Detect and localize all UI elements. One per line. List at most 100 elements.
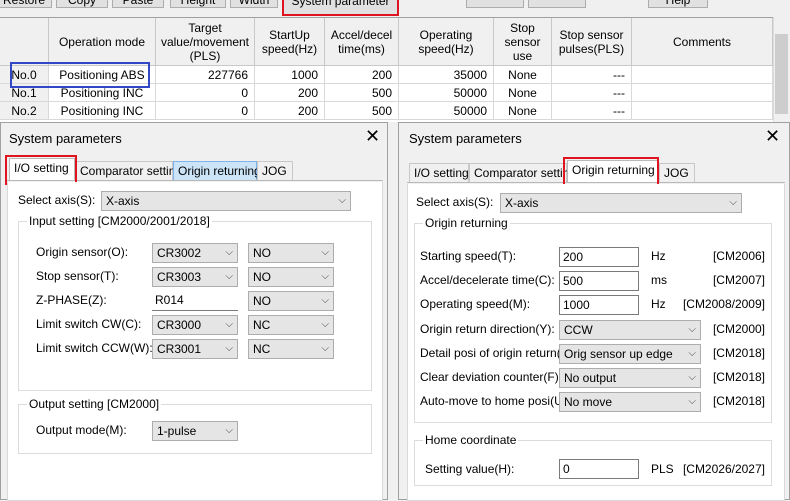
stop-sensor-dropdown[interactable]: CR3003 ⌵ xyxy=(152,267,238,287)
origin-sensor-dropdown[interactable]: CR3002 ⌵ xyxy=(152,243,238,263)
input-setting-group: Input setting [CM2000/2001/2018] Origin … xyxy=(18,214,372,391)
limit-cw-logic-dropdown[interactable]: NC ⌵ xyxy=(248,315,334,335)
column-header-startup-speed[interactable]: StartUp speed(Hz) xyxy=(255,18,325,66)
row-highlight-box xyxy=(10,62,150,88)
table-cell-pulses[interactable]: --- xyxy=(552,84,632,102)
limit-cw-dropdown[interactable]: CR3000 ⌵ xyxy=(152,315,238,335)
chevron-down-icon: ⌵ xyxy=(225,343,233,354)
table-cell-startup[interactable]: 200 xyxy=(255,84,325,102)
table-cell-startup[interactable]: 1000 xyxy=(255,66,325,84)
input-setting-group-label: Input setting [CM2000/2001/2018] xyxy=(27,214,212,228)
table-cell-speed[interactable]: 50000 xyxy=(399,102,494,120)
table-cell-accel[interactable]: 500 xyxy=(325,102,399,120)
chevron-down-icon: ⌵ xyxy=(321,295,329,306)
table-cell-comment[interactable] xyxy=(632,102,773,120)
table-cell-stop[interactable]: None xyxy=(494,66,552,84)
dialog-title: System parameters xyxy=(9,131,122,146)
limit-ccw-logic-dropdown[interactable]: NC ⌵ xyxy=(248,339,334,359)
table-cell-stop[interactable]: None xyxy=(494,102,552,120)
height-button[interactable]: Height xyxy=(170,0,226,8)
select-axis-dropdown[interactable]: X-axis ⌵ xyxy=(101,191,351,211)
accel-time-field[interactable]: 500 xyxy=(559,271,639,291)
operating-speed-label: Operating speed(M): xyxy=(420,297,531,311)
select-axis-dropdown[interactable]: X-axis ⌵ xyxy=(500,193,742,213)
setting-value-label: Setting value(H): xyxy=(425,462,515,476)
operating-speed-field[interactable]: 1000 xyxy=(559,295,639,315)
chevron-down-icon: ⌵ xyxy=(225,247,233,258)
table-cell-startup[interactable]: 200 xyxy=(255,102,325,120)
toolbar: Restore Copy Paste Height Width System p… xyxy=(0,0,790,17)
table-cell-target[interactable]: 0 xyxy=(156,102,255,120)
table-cell-pulses[interactable]: --- xyxy=(552,66,632,84)
origin-returning-group-label: Origin returning xyxy=(423,216,510,230)
system-parameters-dialog-right: System parameters ✕ I/O setting Comparat… xyxy=(398,122,790,501)
dialog-title: System parameters xyxy=(409,131,522,146)
scrollbar-thumb[interactable] xyxy=(775,34,788,114)
limit-cw-value: CR3000 xyxy=(157,318,202,332)
io-setting-panel: Select axis(S): X-axis ⌵ Input setting [… xyxy=(7,182,383,501)
stop-sensor-logic-value: NO xyxy=(253,270,271,284)
table-cell-pulses[interactable]: --- xyxy=(552,102,632,120)
tab-comparator-setting[interactable]: Comparator setting xyxy=(75,161,182,180)
tab-io-setting[interactable]: I/O setting xyxy=(409,163,469,182)
copy-button[interactable]: Copy xyxy=(56,0,108,8)
origin-sensor-value: CR3002 xyxy=(157,246,202,260)
starting-speed-field[interactable]: 200 xyxy=(559,247,639,267)
column-header-stop-sensor-pulses[interactable]: Stop sensor pulses(PLS) xyxy=(552,18,632,66)
stop-sensor-logic-dropdown[interactable]: NO ⌵ xyxy=(248,267,334,287)
tab-comparator-setting[interactable]: Comparator setting xyxy=(469,163,576,182)
origin-sensor-logic-value: NO xyxy=(253,246,271,260)
tab-jog[interactable]: JOG xyxy=(659,163,695,182)
table-cell-target[interactable]: 227766 xyxy=(156,66,255,84)
setting-value-cm: [CM2026/2027] xyxy=(682,462,765,476)
origin-direction-value: CCW xyxy=(564,323,593,337)
tab-origin-returning[interactable]: Origin returning xyxy=(173,161,261,180)
toolbar-button-7[interactable] xyxy=(466,0,524,8)
table-cell-speed[interactable]: 50000 xyxy=(399,84,494,102)
z-phase-logic-dropdown[interactable]: NO ⌵ xyxy=(248,291,334,311)
chevron-down-icon: ⌵ xyxy=(338,195,346,206)
home-coordinate-group-label: Home coordinate xyxy=(423,433,519,447)
origin-returning-group: Origin returning Starting speed(T): 200 … xyxy=(414,216,772,423)
toolbar-button-8[interactable] xyxy=(528,0,586,8)
column-header-accel-decel[interactable]: Accel/decel time(ms) xyxy=(325,18,399,66)
origin-sensor-logic-dropdown[interactable]: NO ⌵ xyxy=(248,243,334,263)
tab-highlight-box xyxy=(5,155,77,185)
tab-jog[interactable]: JOG xyxy=(257,161,293,180)
z-phase-field[interactable]: R014 xyxy=(152,291,238,311)
output-mode-dropdown[interactable]: 1-pulse ⌵ xyxy=(152,421,238,441)
table-cell-speed[interactable]: 35000 xyxy=(399,66,494,84)
close-icon[interactable]: ✕ xyxy=(365,127,380,145)
table-cell-comment[interactable] xyxy=(632,84,773,102)
help-button[interactable]: Help xyxy=(648,0,708,8)
table-cell-target[interactable]: 0 xyxy=(156,84,255,102)
table-cell-comment[interactable] xyxy=(632,66,773,84)
accel-time-unit: ms xyxy=(651,273,667,287)
table-cell-accel[interactable]: 500 xyxy=(325,84,399,102)
restore-button[interactable]: Restore xyxy=(0,0,52,8)
chevron-down-icon: ⌵ xyxy=(225,425,233,436)
table-row-header[interactable]: No.2 xyxy=(0,102,49,120)
column-header-stop-sensor-use[interactable]: Stop sensor use xyxy=(494,18,552,66)
paste-button[interactable]: Paste xyxy=(112,0,164,8)
setting-value-field[interactable]: 0 xyxy=(559,459,639,479)
table-cell-mode[interactable]: Positioning INC xyxy=(49,102,156,120)
close-icon[interactable]: ✕ xyxy=(765,127,780,145)
limit-ccw-dropdown[interactable]: CR3001 ⌵ xyxy=(152,339,238,359)
system-parameter-button[interactable]: System parameter xyxy=(282,0,399,16)
accel-time-cm: [CM2007] xyxy=(712,273,765,287)
column-header-operating-speed[interactable]: Operating speed(Hz) xyxy=(399,18,494,66)
chevron-down-icon: ⌵ xyxy=(225,271,233,282)
auto-move-label: Auto-move to home posi(U): xyxy=(420,394,571,408)
column-header-target[interactable]: Target value/movement (PLS) xyxy=(156,18,255,66)
origin-returning-panel: Select axis(S): X-axis ⌵ Origin returnin… xyxy=(407,184,785,501)
column-header-comments[interactable]: Comments xyxy=(632,18,773,66)
starting-speed-unit: Hz xyxy=(651,249,666,263)
system-parameters-dialog-left: System parameters ✕ I/O setting Comparat… xyxy=(0,122,388,501)
width-button[interactable]: Width xyxy=(230,0,278,8)
clear-deviation-value: No output xyxy=(564,371,617,385)
table-cell-accel[interactable]: 200 xyxy=(325,66,399,84)
column-header-operation-mode[interactable]: Operation mode xyxy=(49,18,156,66)
stop-sensor-label: Stop sensor(T): xyxy=(36,269,119,283)
table-cell-stop[interactable]: None xyxy=(494,84,552,102)
